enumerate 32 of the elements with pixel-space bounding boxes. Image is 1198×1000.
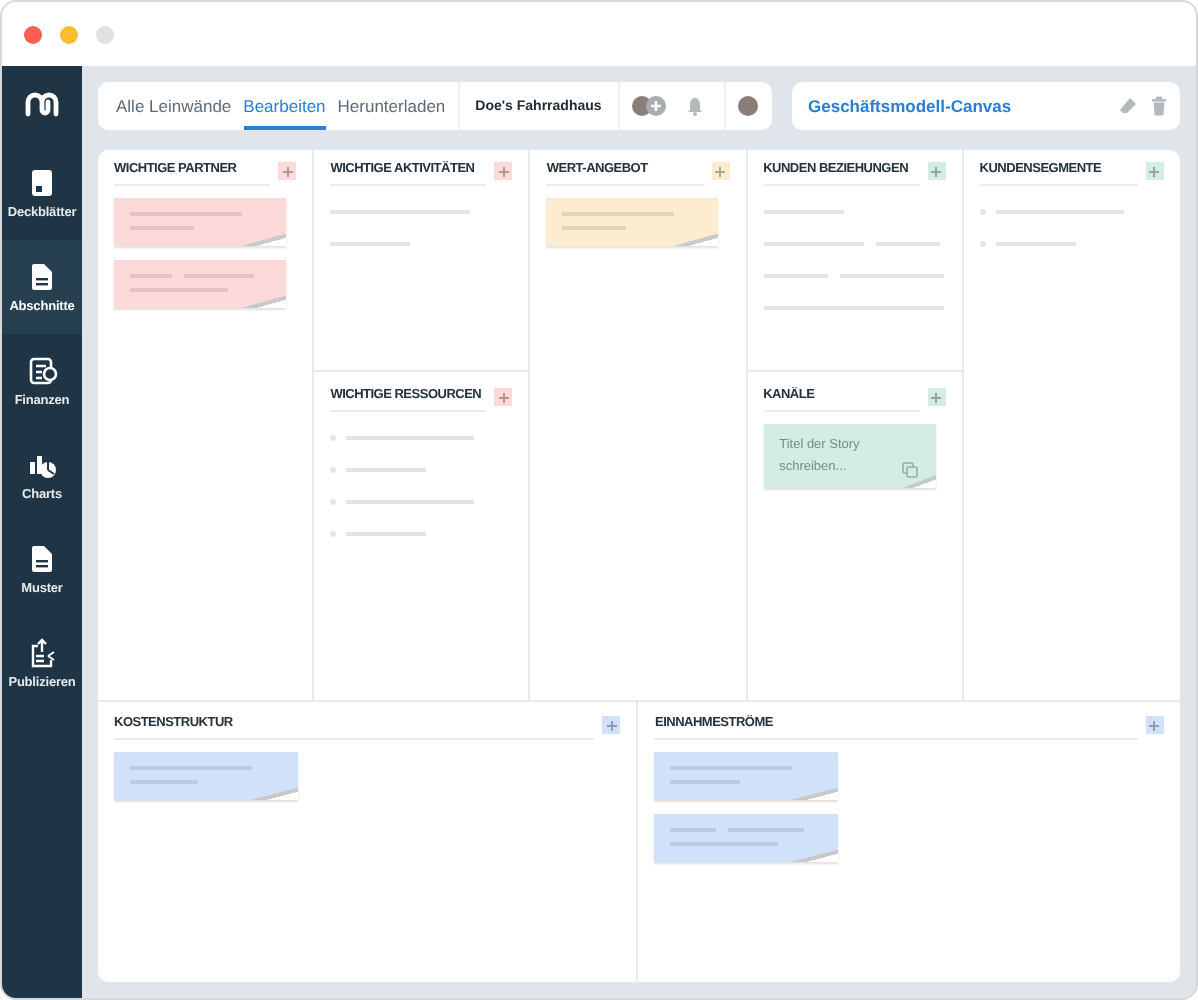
sticky-note[interactable] [654, 752, 839, 801]
add-button[interactable] [711, 162, 730, 180]
finance-document-icon [27, 355, 57, 385]
add-button[interactable] [1145, 162, 1164, 180]
add-button[interactable] [494, 388, 513, 406]
add-user-icon [645, 96, 666, 116]
avatar[interactable] [737, 96, 758, 116]
tab[interactable]: Herunterladen [337, 82, 446, 130]
bell-icon [685, 96, 704, 116]
sticky-note[interactable] [654, 814, 839, 863]
add-button[interactable] [1145, 716, 1164, 734]
document-icon [27, 543, 57, 573]
close-button[interactable] [24, 25, 42, 43]
share-document-icon [27, 637, 57, 667]
add-button[interactable] [927, 162, 946, 180]
document-icon [27, 167, 57, 197]
logo-icon [24, 90, 60, 118]
maximize-button[interactable] [96, 25, 114, 43]
trash-icon [1150, 96, 1168, 116]
copy-icon [901, 462, 918, 479]
add-button[interactable] [278, 162, 297, 180]
eraser-icon [1118, 96, 1138, 116]
tab[interactable]: Bearbeiten [243, 82, 326, 130]
sticky-note[interactable] [114, 752, 298, 801]
add-button[interactable] [494, 162, 513, 180]
minimize-button[interactable] [60, 25, 78, 43]
add-button[interactable] [602, 716, 621, 734]
sticky-note[interactable] [546, 198, 719, 247]
canvas-title: Geschäftsmodell-Canvas [808, 96, 1014, 116]
document-icon [27, 261, 57, 291]
tab[interactable]: Alle Leinwände [116, 82, 232, 130]
add-button[interactable] [927, 388, 946, 406]
